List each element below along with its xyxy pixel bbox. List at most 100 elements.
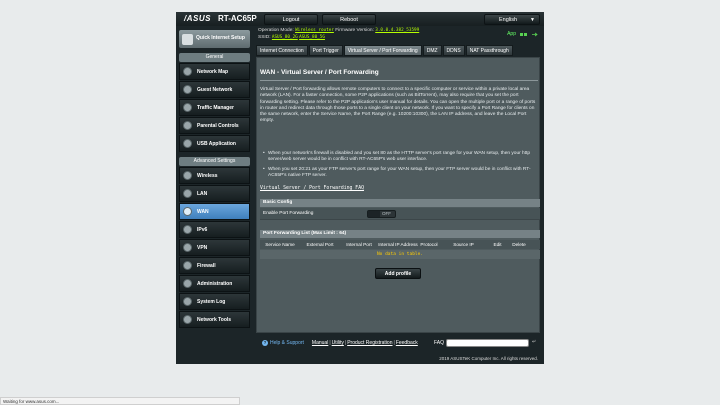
sidebar-item-label: Administration bbox=[197, 280, 233, 287]
help-icon: ? bbox=[262, 340, 268, 346]
sidebar-item-label: Firewall bbox=[197, 262, 216, 269]
tab-internet-connection[interactable]: Internet Connection bbox=[256, 45, 308, 56]
column-header: Internal IP Address bbox=[378, 242, 418, 247]
tab-virtual-server-port-forwarding[interactable]: Virtual Server / Port Forwarding bbox=[343, 45, 422, 56]
title-divider bbox=[260, 80, 538, 81]
internet-status-icon[interactable] bbox=[520, 32, 527, 37]
tab-port-trigger[interactable]: Port Trigger bbox=[308, 45, 343, 56]
column-header: Edit bbox=[493, 242, 502, 247]
general-section-header: General bbox=[179, 53, 250, 62]
sidebar-item-traffic-manager[interactable]: Traffic Manager bbox=[179, 99, 250, 116]
sidebar-item-label: Network Map bbox=[197, 68, 229, 75]
faq-search-go-icon[interactable]: ↵ bbox=[532, 339, 539, 347]
product-registration-link[interactable]: Product Registration bbox=[347, 340, 392, 346]
sidebar-item-label: Network Tools bbox=[197, 316, 232, 323]
sidebar-item-lan[interactable]: LAN bbox=[179, 185, 250, 202]
sidebar-item-network-tools[interactable]: Network Tools bbox=[179, 311, 250, 328]
faq-search-label: FAQ bbox=[434, 340, 445, 346]
top-bar: /ASUS RT-AC65P Logout Reboot English ▼ bbox=[176, 12, 544, 26]
column-header: Source IP bbox=[453, 242, 474, 247]
column-header: Delete bbox=[512, 242, 526, 247]
wan-icon bbox=[183, 207, 192, 216]
sidebar-item-label: VPN bbox=[197, 244, 208, 251]
advanced-section-header: Advanced Settings bbox=[179, 157, 250, 166]
language-value: English bbox=[499, 17, 518, 23]
sidebar-item-network-map[interactable]: Network Map bbox=[179, 63, 250, 80]
network-map-icon bbox=[183, 67, 192, 76]
add-profile-button[interactable]: Add profile bbox=[375, 268, 421, 279]
quick-setup-icon bbox=[182, 33, 193, 45]
usb-status-icon[interactable] bbox=[531, 32, 538, 37]
sidebar-item-wireless[interactable]: Wireless bbox=[179, 167, 250, 184]
app-label[interactable]: App bbox=[507, 31, 516, 37]
utility-link[interactable]: Utility bbox=[332, 340, 344, 346]
warning-ftp: When you set 20:21 as your FTP server's … bbox=[263, 167, 538, 180]
sidebar-item-label: USB Application bbox=[197, 140, 236, 147]
sidebar-item-vpn[interactable]: VPN bbox=[179, 239, 250, 256]
faq-search-input[interactable] bbox=[446, 339, 529, 347]
wireless-icon bbox=[183, 171, 192, 180]
empty-table-message: No data in table. bbox=[260, 250, 540, 259]
qis-label: Quick Internet Setup bbox=[196, 35, 245, 42]
logout-button[interactable]: Logout bbox=[264, 14, 318, 25]
firmware-label: Firmware Version: bbox=[335, 28, 374, 33]
enable-port-forwarding-row: Enable Port Forwarding OFF bbox=[260, 208, 540, 220]
ssid-2g-link[interactable]: ASUS_80_2G bbox=[272, 35, 298, 40]
ssid-5g-link[interactable]: ASUS_80_5G bbox=[299, 35, 325, 40]
traffic-manager-icon bbox=[183, 103, 192, 112]
parental-controls-icon bbox=[183, 121, 192, 130]
help-support: ? Help & Support bbox=[262, 340, 304, 346]
network-tools-icon bbox=[183, 315, 192, 324]
sidebar-item-label: LAN bbox=[197, 190, 208, 197]
lan-icon bbox=[183, 189, 192, 198]
ipv6-icon bbox=[183, 225, 192, 234]
footer: ? Help & Support Manual|Utility|Product … bbox=[256, 338, 540, 348]
page-title: WAN - Virtual Server / Port Forwarding bbox=[260, 69, 379, 76]
firmware-link[interactable]: 3.0.0.4.382_53599 bbox=[375, 28, 419, 33]
router-admin-frame: /ASUS RT-AC65P Logout Reboot English ▼ O… bbox=[176, 12, 544, 364]
column-header: Service Name bbox=[265, 242, 295, 247]
sidebar-item-parental-controls[interactable]: Parental Controls bbox=[179, 117, 250, 134]
enable-port-forwarding-label: Enable Port Forwarding bbox=[263, 211, 314, 216]
vpn-icon bbox=[183, 243, 192, 252]
sidebar-item-guest-network[interactable]: Guest Network bbox=[179, 81, 250, 98]
browser-status-bar: Waiting for www.asus.com... bbox=[0, 397, 240, 405]
column-header: External Port bbox=[306, 242, 334, 247]
tab-ddns[interactable]: DDNS bbox=[442, 45, 465, 56]
sidebar-item-usb-application[interactable]: USB Application bbox=[179, 135, 250, 152]
sidebar-item-ipv6[interactable]: IPv6 bbox=[179, 221, 250, 238]
tab-bar: Internet Connection Port Trigger Virtual S… bbox=[256, 45, 513, 56]
manual-link[interactable]: Manual bbox=[312, 340, 328, 346]
tab-dmz[interactable]: DMZ bbox=[422, 45, 442, 56]
quick-internet-setup-button[interactable]: Quick Internet Setup bbox=[179, 30, 250, 48]
sidebar-item-system-log[interactable]: System Log bbox=[179, 293, 250, 310]
sidebar-item-label: Parental Controls bbox=[197, 122, 239, 129]
column-header: Protocol bbox=[420, 242, 438, 247]
operation-mode-label: Operation Mode: bbox=[258, 28, 294, 33]
model-name: RT-AC65P bbox=[218, 14, 257, 23]
sidebar-item-label: IPv6 bbox=[197, 226, 208, 233]
toggle-knob bbox=[368, 211, 380, 217]
help-support-label: Help & Support bbox=[270, 340, 304, 346]
feedback-link[interactable]: Feedback bbox=[396, 340, 418, 346]
sidebar: Quick Internet Setup General Network Map… bbox=[179, 30, 250, 328]
port-forwarding-toggle[interactable]: OFF bbox=[367, 210, 396, 218]
sidebar-item-administration[interactable]: Administration bbox=[179, 275, 250, 292]
device-info: Operation Mode: Wireless router Firmware… bbox=[258, 27, 419, 41]
operation-mode-link[interactable]: Wireless router bbox=[295, 28, 334, 33]
sidebar-item-firewall[interactable]: Firewall bbox=[179, 257, 250, 274]
firewall-icon bbox=[183, 261, 192, 270]
sidebar-item-label: Traffic Manager bbox=[197, 104, 234, 111]
status-icons: App bbox=[507, 31, 538, 37]
language-select[interactable]: English ▼ bbox=[484, 14, 540, 25]
port-forwarding-list-header: Port Forwarding List (Max Limit : 64) bbox=[260, 230, 540, 238]
sidebar-item-wan[interactable]: WAN bbox=[179, 203, 250, 220]
table-header: Service Name External Port Internal Port In… bbox=[260, 240, 540, 249]
page-description: Virtual Server / Port forwarding allows … bbox=[260, 87, 536, 124]
reboot-button[interactable]: Reboot bbox=[322, 14, 376, 25]
sidebar-item-label: System Log bbox=[197, 298, 226, 305]
faq-link[interactable]: Virtual Server / Port Forwarding FAQ bbox=[260, 186, 364, 191]
asus-logo: /ASUS bbox=[184, 14, 211, 23]
tab-nat-passthrough[interactable]: NAT Passthrough bbox=[465, 45, 513, 56]
administration-icon bbox=[183, 279, 192, 288]
